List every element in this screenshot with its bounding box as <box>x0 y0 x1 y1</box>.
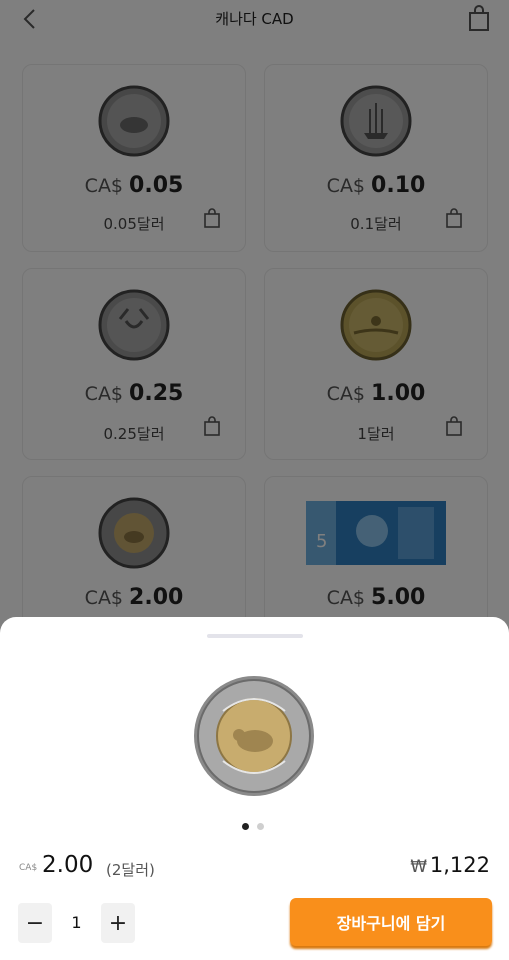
product-bottom-sheet: CA$ 2.00 (2달러) ₩ 1,122 − 1 + 장바구니에 담기 <box>0 617 509 960</box>
selected-price-row: CA$ 2.00 (2달러) ₩ 1,122 <box>0 852 509 883</box>
pagination-dot-active[interactable] <box>242 823 249 830</box>
krw-price: 1,122 <box>429 853 490 877</box>
decrease-quantity-button[interactable]: − <box>18 903 52 943</box>
add-to-cart-button[interactable]: 장바구니에 담기 <box>290 898 492 946</box>
krw-symbol: ₩ <box>410 857 427 877</box>
selected-amount-subtitle: (2달러) <box>106 861 155 879</box>
selected-amount: 2.00 <box>42 852 94 878</box>
increase-quantity-button[interactable]: + <box>101 903 135 943</box>
coin-2-dollars-large-image[interactable] <box>193 675 315 797</box>
image-pagination <box>242 823 272 831</box>
quantity-value[interactable]: 1 <box>52 903 101 943</box>
currency-label: CA$ <box>19 863 38 873</box>
quantity-stepper: − 1 + <box>18 903 135 943</box>
sheet-drag-handle[interactable] <box>207 634 303 638</box>
pagination-dot[interactable] <box>257 823 264 830</box>
